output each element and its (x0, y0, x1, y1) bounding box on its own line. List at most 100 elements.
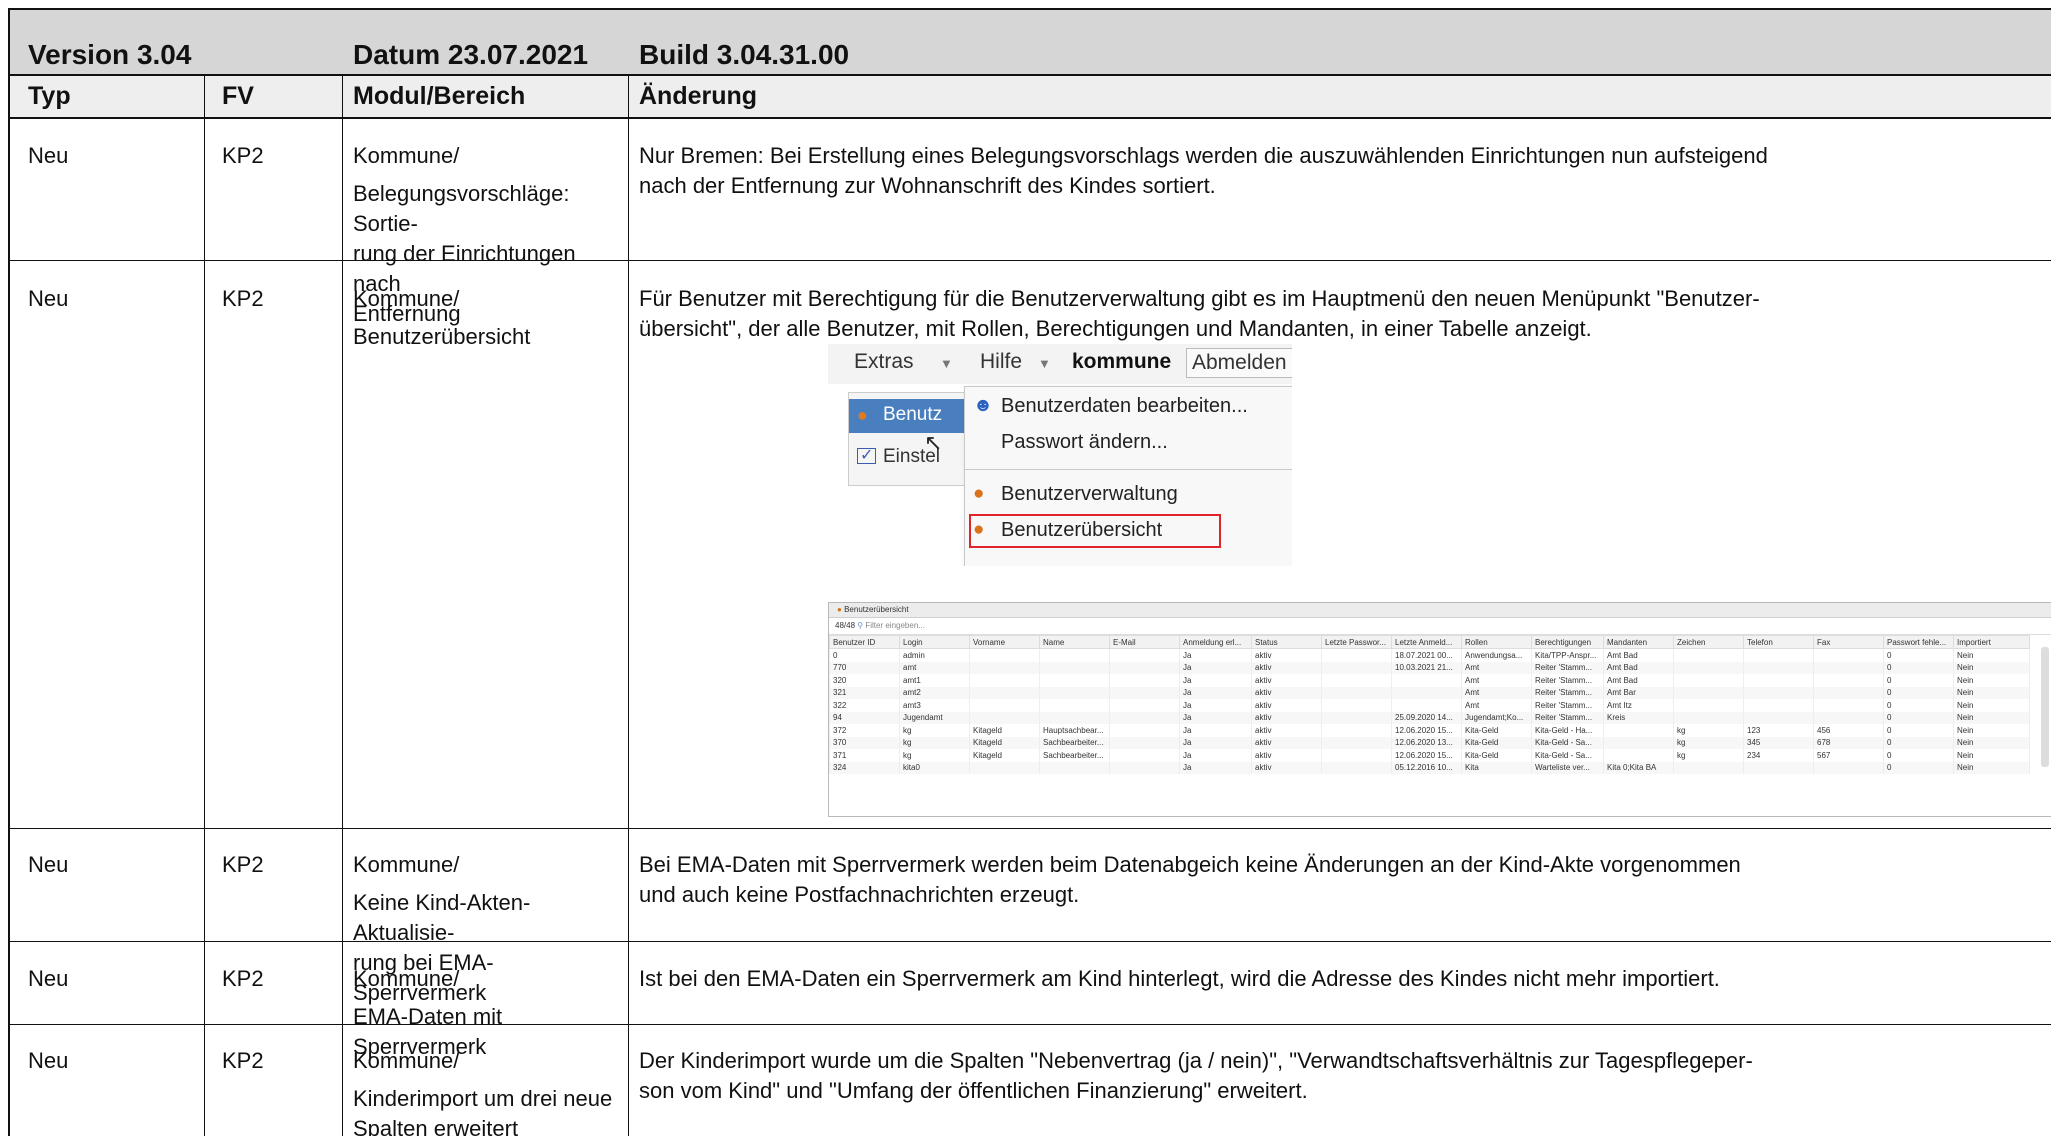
table-column-header[interactable]: Importiert (1953, 635, 2030, 649)
table-row[interactable]: 321 amt2 Ja aktiv Amt Reiter 'Stamm... Amt Bar… (829, 686, 2030, 699)
table-cell: Kita-Geld - Sa... (1531, 749, 1604, 762)
table-cell: Amt Bad (1603, 661, 1674, 674)
table-cell: aktiv (1251, 761, 1322, 774)
table-cell (1321, 648, 1392, 662)
table-cell: Kita-Geld - Ha... (1531, 724, 1604, 737)
table-row[interactable]: 372 kg Kitageld Hauptsachbear... Ja aktiv 12.0… (829, 724, 2030, 737)
menu-item-user-admin[interactable]: Benutzerverwaltung (1001, 483, 1178, 506)
table-cell (1109, 736, 1180, 749)
table-cell (1391, 686, 1462, 699)
filter-input[interactable]: Filter eingeben... (865, 621, 925, 630)
table-cell (1813, 661, 1884, 674)
table-row[interactable]: 370 kg Kitageld Sachbearbeiter... Ja aktiv 12.… (829, 736, 2030, 749)
modul-line: Kommune/ (353, 852, 460, 877)
table-row[interactable]: 94 Jugendamt Ja aktiv 25.09.2020 14... Jugend… (829, 711, 2030, 724)
table-column-header[interactable]: Zeichen (1673, 635, 1744, 649)
table-cell: 770 (829, 661, 900, 674)
table-row[interactable]: 770 amt Ja aktiv 10.03.2021 21... Amt Reiter '… (829, 661, 2030, 674)
table-cell (1743, 699, 1814, 712)
column-header-fv: FV (222, 82, 254, 110)
table-cell: Amt Bar (1603, 686, 1674, 699)
fv-cell: KP2 (222, 966, 264, 991)
table-cell (1391, 699, 1462, 712)
table-cell: 0 (1883, 736, 1954, 749)
menu-item-user-data[interactable]: Benutzerdaten bearbeiten... (1001, 395, 1248, 418)
table-cell (1109, 724, 1180, 737)
table-cell (1673, 699, 1744, 712)
table-column-header[interactable]: Anmeldung erl... (1179, 635, 1252, 649)
table-column-header[interactable]: Benutzer ID (829, 635, 900, 649)
table-cell: aktiv (1251, 699, 1322, 712)
aenderung-line: nach der Entfernung zur Wohnanschrift de… (639, 173, 1216, 198)
table-cell: 456 (1813, 724, 1884, 737)
table-column-header[interactable]: E-Mail (1109, 635, 1180, 649)
table-cell: Ja (1179, 711, 1252, 724)
table-cell: Kita-Geld - Sa... (1531, 736, 1604, 749)
table-cell: 370 (829, 736, 900, 749)
scrollbar[interactable] (2041, 647, 2049, 767)
aenderung-cell: Für Benutzer mit Berechtigung für die Be… (639, 284, 2051, 344)
table-cell: 0 (1883, 711, 1954, 724)
table-cell (1039, 711, 1110, 724)
table-cell: amt1 (899, 674, 970, 687)
aenderung-line: Der Kinderimport wurde um die Spalten "N… (639, 1048, 1753, 1073)
table-row[interactable]: 324 kita0 Ja aktiv 05.12.2016 10... Kita Warte… (829, 761, 2030, 774)
table-cell: 324 (829, 761, 900, 774)
table-cell: 320 (829, 674, 900, 687)
table-cell: Amt (1461, 686, 1532, 699)
table-column-header[interactable]: Letzte Anmeld... (1391, 635, 1462, 649)
table-cell (1039, 674, 1110, 687)
table-column-header[interactable]: Login (899, 635, 970, 649)
table-cell: Kita-Geld (1461, 736, 1532, 749)
table-column-header[interactable]: Vorname (969, 635, 1040, 649)
table-cell: 322 (829, 699, 900, 712)
menu-user: kommune (1072, 350, 1172, 373)
aenderung-line: son vom Kind" und "Umfang der öffentlich… (639, 1078, 1308, 1103)
table-cell (1603, 724, 1674, 737)
table-cell: Warteliste ver... (1531, 761, 1604, 774)
table-column-header[interactable]: Fax (1813, 635, 1884, 649)
table-row[interactable]: 322 amt3 Ja aktiv Amt Reiter 'Stamm... Amt Itz… (829, 699, 2030, 712)
table-column-header[interactable]: Letzte Passwor... (1321, 635, 1392, 649)
aenderung-line: und auch keine Postfachnachrichten erzeu… (639, 882, 1080, 907)
table-cell (1813, 711, 1884, 724)
table-cell (1743, 686, 1814, 699)
table-cell (969, 711, 1040, 724)
table-cell: aktiv (1251, 736, 1322, 749)
table-cell: Ja (1179, 749, 1252, 762)
modul-line: Belegungsvorschläge: Sortie- (353, 181, 570, 236)
table-cell: kita0 (899, 761, 970, 774)
table-row[interactable]: 371 kg Kitageld Sachbearbeiter... Ja aktiv 12.… (829, 749, 2030, 762)
table-cell: 123 (1743, 724, 1814, 737)
table-column-header[interactable]: Passwort fehle... (1883, 635, 1954, 649)
left-menu-selected: ● Benutz (849, 399, 964, 433)
table-column-header[interactable]: Telefon (1743, 635, 1814, 649)
table-cell: 371 (829, 749, 900, 762)
table-row[interactable]: 0 admin Ja aktiv 18.07.2021 00... Anwendungsa… (829, 648, 2030, 662)
table-column-header[interactable]: Name (1039, 635, 1110, 649)
aenderung-cell: Ist bei den EMA-Daten ein Sperrvermerk a… (639, 964, 2051, 994)
table-column-header[interactable]: Mandanten (1603, 635, 1674, 649)
table-cell: kg (1673, 736, 1744, 749)
menu-item-password[interactable]: Passwort ändern... (1001, 431, 1168, 454)
table-cell (1321, 736, 1392, 749)
table-window-title: ● Benutzerübersicht (829, 603, 2051, 618)
aenderung-cell: Nur Bremen: Bei Erstellung eines Belegun… (639, 141, 2051, 201)
table-cell (1109, 761, 1180, 774)
table-cell: Amt Bad (1603, 674, 1674, 687)
table-cell: amt3 (899, 699, 970, 712)
table-column-header[interactable]: Rollen (1461, 635, 1532, 649)
table-cell (1813, 761, 1884, 774)
menu-item-user-overview[interactable]: Benutzerübersicht (1001, 519, 1162, 542)
table-row[interactable]: 320 amt1 Ja aktiv Amt Reiter 'Stamm... Amt Bad… (829, 674, 2030, 687)
table-cell (969, 648, 1040, 662)
table-cell: Nein (1953, 711, 2030, 724)
table-cell (1039, 686, 1110, 699)
table-cell (1673, 661, 1744, 674)
table-cell: Ja (1179, 661, 1252, 674)
table-cell: Reiter 'Stamm... (1531, 661, 1604, 674)
table-cell (1673, 648, 1744, 662)
user-icon: ☻ (973, 395, 993, 416)
table-column-header[interactable]: Berechtigungen (1531, 635, 1604, 649)
table-column-header[interactable]: Status (1251, 635, 1322, 649)
